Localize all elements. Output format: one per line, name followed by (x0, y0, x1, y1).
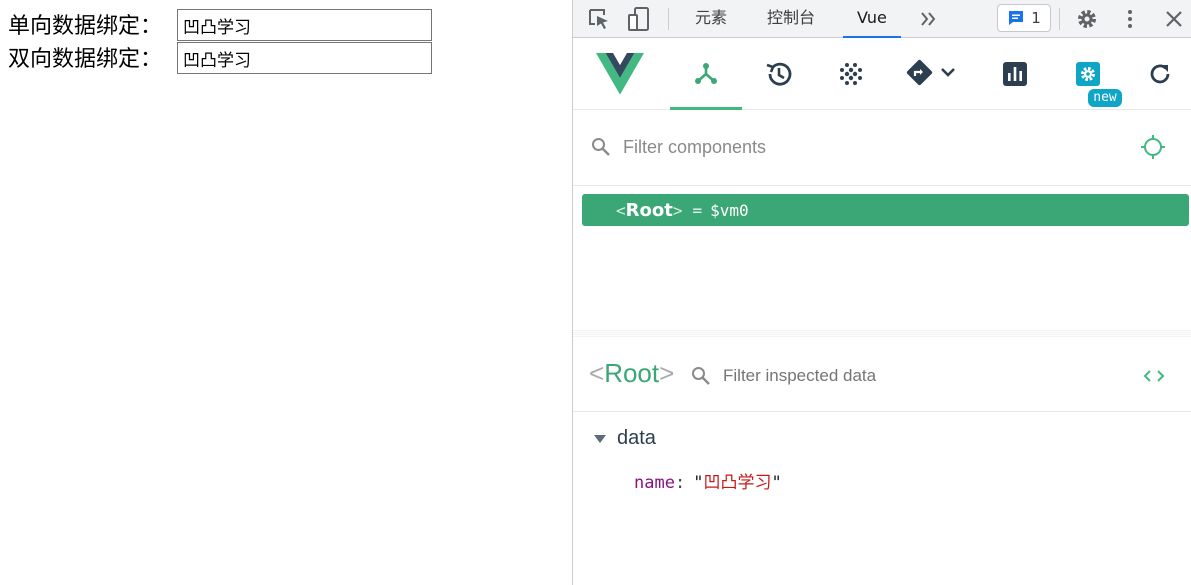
gear-icon[interactable] (1074, 6, 1100, 32)
inspector-header: <Root> (573, 338, 1191, 412)
one-way-binding-row: 单向数据绑定： (8, 8, 432, 41)
tab-console[interactable]: 控制台 (767, 0, 815, 38)
routing-tab[interactable] (897, 38, 969, 110)
device-toolbar-icon[interactable] (626, 6, 652, 32)
component-tree: < Root > = $vm0 (573, 185, 1191, 330)
devtools-panel: 元素 控制台 Vue 1 new Filter components < Roo… (572, 0, 1191, 585)
refresh-tab[interactable] (1124, 38, 1191, 110)
component-filter-bar (573, 111, 1191, 185)
route-sign-icon (906, 59, 955, 86)
inspected-component-name: <Root> (589, 358, 675, 388)
vuex-tab[interactable] (815, 38, 887, 110)
toolbar-divider (1059, 8, 1060, 30)
components-tab[interactable] (670, 38, 742, 110)
search-icon (590, 136, 612, 162)
component-tree-icon (695, 63, 717, 84)
data-section-label: data (617, 427, 656, 449)
code-icon[interactable] (1141, 363, 1167, 393)
refresh-icon (1150, 64, 1170, 84)
performance-tab[interactable] (979, 38, 1051, 110)
settings-gear-icon (1076, 62, 1100, 86)
component-name: Root (625, 199, 673, 221)
issues-count: 1 (1031, 9, 1041, 27)
bar-chart-icon (1003, 62, 1027, 86)
page-content: 单向数据绑定： 双向数据绑定： (0, 0, 572, 585)
chevron-double-right-icon[interactable] (916, 6, 942, 32)
data-section-header[interactable]: data (593, 427, 656, 450)
data-value: 凹凸学习 (703, 473, 772, 493)
one-way-binding-label: 单向数据绑定： (8, 14, 163, 39)
new-badge: new (1088, 89, 1122, 107)
inspect-element-icon[interactable] (586, 6, 612, 32)
vue-logo (584, 38, 656, 110)
caret-down-icon (594, 434, 606, 443)
select-component-icon[interactable] (1140, 134, 1166, 164)
one-way-binding-input[interactable] (177, 9, 432, 41)
devtools-toolbar: 元素 控制台 Vue 1 (573, 0, 1191, 38)
tab-elements[interactable]: 元素 (695, 0, 727, 38)
data-key: name (634, 473, 675, 493)
history-icon (766, 62, 792, 86)
issues-button[interactable]: 1 (997, 4, 1051, 32)
close-icon[interactable] (1161, 6, 1187, 32)
message-icon (1009, 11, 1024, 25)
inspector-body: data name: "凹凸学习" (573, 413, 1191, 585)
two-way-binding-label: 双向数据绑定： (8, 47, 163, 72)
search-icon (690, 365, 712, 391)
filter-inspected-data-input[interactable] (723, 363, 1083, 389)
more-options-icon[interactable] (1117, 6, 1143, 32)
filter-components-input[interactable] (623, 134, 1103, 160)
vm-reference: $vm0 (710, 200, 749, 220)
data-entry[interactable]: name: "凹凸学习" (634, 468, 782, 493)
toolbar-divider (668, 8, 669, 30)
tree-item-root[interactable]: < Root > = $vm0 (582, 194, 1189, 226)
tab-vue[interactable]: Vue (843, 0, 901, 38)
pane-splitter[interactable] (573, 330, 1191, 338)
timeline-tab[interactable] (743, 38, 815, 110)
dots-grid-icon (840, 63, 862, 85)
two-way-binding-row: 双向数据绑定： (8, 41, 432, 74)
two-way-binding-input[interactable] (177, 42, 432, 74)
